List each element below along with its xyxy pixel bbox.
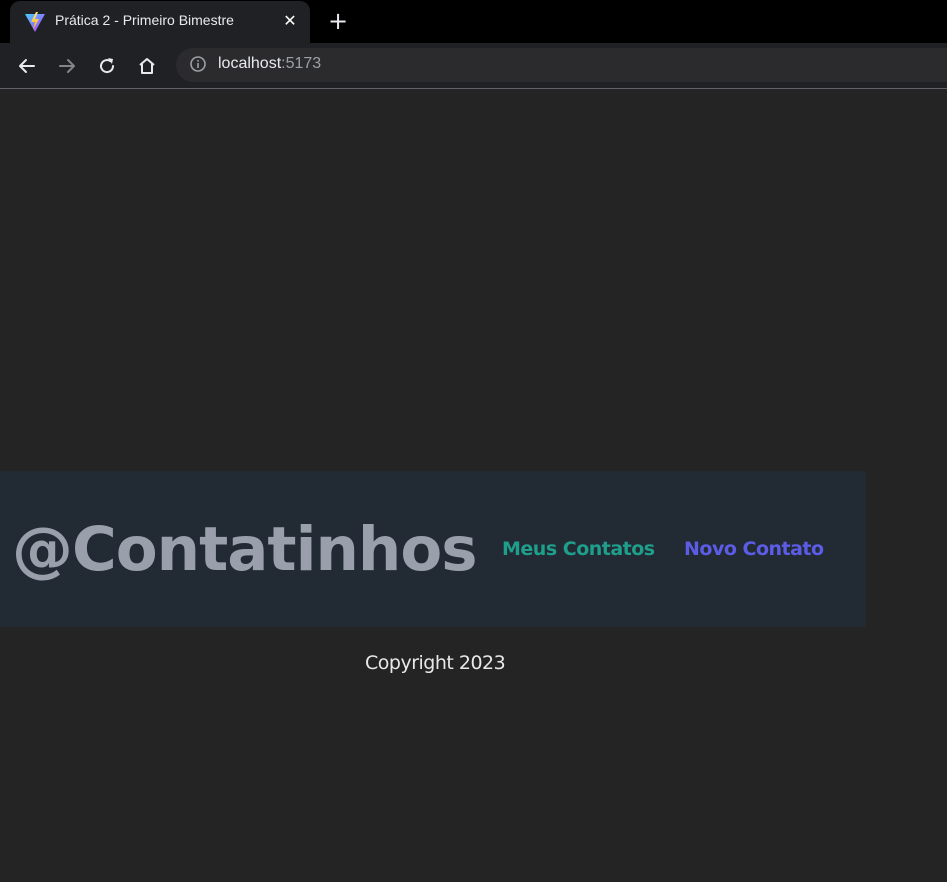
nav-link-meus-contatos[interactable]: Meus Contatos bbox=[502, 538, 655, 560]
browser-toolbar: localhost:5173 bbox=[0, 43, 947, 89]
tab-title: Prática 2 - Primeiro Bimestre bbox=[55, 12, 234, 28]
address-url[interactable]: localhost:5173 bbox=[218, 55, 321, 73]
reload-icon bbox=[100, 58, 115, 74]
arrow-left-icon bbox=[19, 59, 35, 73]
site-brand: @Contatinhos bbox=[12, 514, 478, 585]
nav-link-novo-contato[interactable]: Novo Contato bbox=[684, 538, 824, 560]
vite-logo-icon bbox=[24, 11, 46, 33]
info-icon[interactable] bbox=[189, 55, 207, 73]
new-tab-button[interactable]: + bbox=[325, 8, 351, 34]
arrow-right-icon bbox=[59, 59, 75, 73]
tab-close-icon[interactable]: ✕ bbox=[280, 11, 300, 31]
browser-tab-active[interactable]: Prática 2 - Primeiro Bimestre ✕ bbox=[10, 1, 310, 43]
url-host: localhost bbox=[218, 55, 282, 72]
forward-button[interactable] bbox=[52, 51, 82, 81]
home-icon bbox=[139, 58, 155, 74]
home-button[interactable] bbox=[132, 51, 162, 81]
reload-button[interactable] bbox=[92, 51, 122, 81]
back-button[interactable] bbox=[12, 51, 42, 81]
footer-copyright: Copyright 2023 bbox=[365, 652, 506, 674]
tab-strip: Prática 2 - Primeiro Bimestre ✕ + bbox=[0, 0, 947, 43]
url-port: :5173 bbox=[281, 55, 322, 72]
